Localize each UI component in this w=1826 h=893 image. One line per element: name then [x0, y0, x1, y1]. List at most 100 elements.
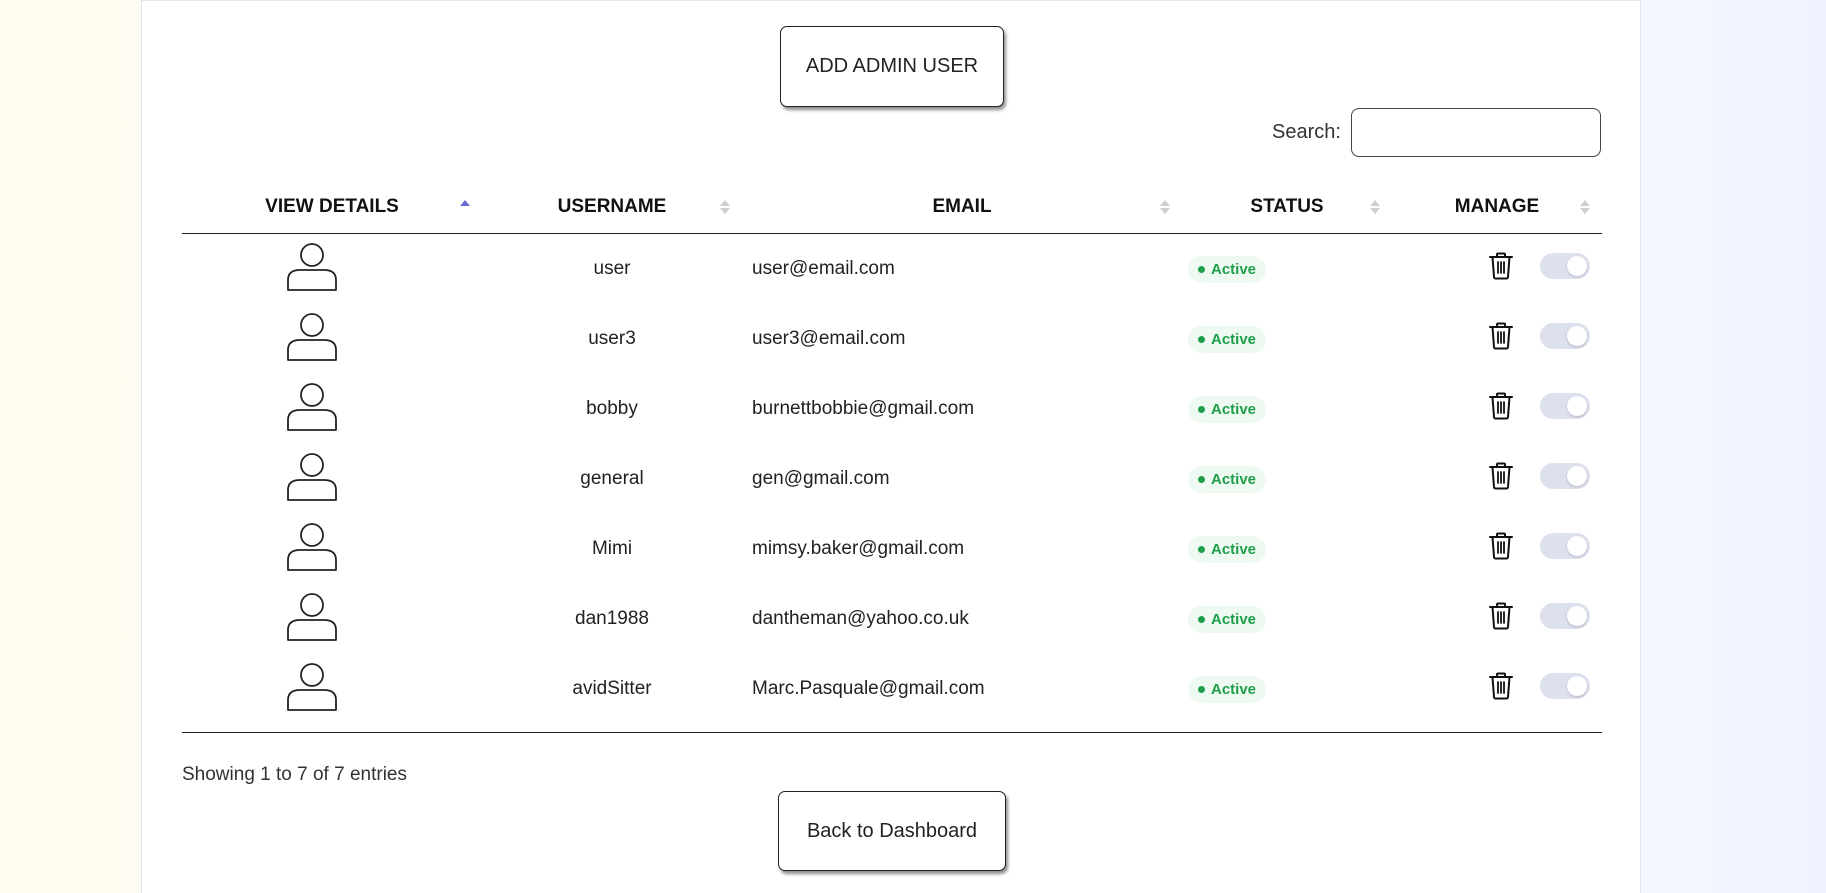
- status-text: Active: [1211, 680, 1257, 698]
- trash-icon[interactable]: [1488, 532, 1514, 560]
- trash-icon[interactable]: [1488, 462, 1514, 490]
- table-row: bobby burnettbobbie@gmail.com Active: [182, 374, 1602, 444]
- column-header-label: EMAIL: [932, 196, 992, 217]
- trash-icon[interactable]: [1488, 392, 1514, 420]
- view-details-cell: [182, 584, 482, 654]
- back-to-dashboard-button[interactable]: Back to Dashboard: [778, 791, 1006, 871]
- username-cell: user3: [588, 328, 636, 349]
- manage-cell: [1392, 654, 1602, 724]
- status-dot-icon: [1198, 615, 1205, 623]
- username-cell: user: [593, 258, 631, 279]
- status-text: Active: [1211, 330, 1257, 348]
- username-cell: general: [580, 468, 644, 489]
- add-admin-user-button[interactable]: ADD ADMIN USER: [780, 26, 1004, 107]
- manage-cell: [1392, 444, 1602, 514]
- toggle-switch[interactable]: [1540, 393, 1590, 419]
- trash-icon[interactable]: [1488, 672, 1514, 700]
- table-row: dan1988 dantheman@yahoo.co.uk Active: [182, 584, 1602, 654]
- view-details-cell: [182, 444, 482, 514]
- column-header-view-details[interactable]: VIEW DETAILS: [182, 181, 482, 234]
- status-dot-icon: [1198, 265, 1205, 273]
- status-dot-icon: [1198, 475, 1205, 483]
- status-badge: Active: [1188, 535, 1267, 563]
- status-cell: Active: [1182, 374, 1392, 444]
- column-header-status[interactable]: STATUS: [1182, 181, 1392, 234]
- status-cell: Active: [1182, 304, 1392, 374]
- toggle-switch[interactable]: [1540, 463, 1590, 489]
- column-header-email[interactable]: EMAIL: [742, 181, 1182, 234]
- view-details-cell: [182, 514, 482, 584]
- user-outline-icon[interactable]: [286, 660, 338, 712]
- trash-icon[interactable]: [1488, 252, 1514, 280]
- status-cell: Active: [1182, 584, 1392, 654]
- toggle-knob: [1567, 326, 1587, 346]
- content-panel: ADD ADMIN USER Search: VIEW DETAILS USER…: [141, 0, 1641, 893]
- search-label: Search:: [1272, 121, 1341, 143]
- toggle-knob: [1567, 466, 1587, 486]
- sort-icon: [1580, 200, 1590, 214]
- toggle-switch[interactable]: [1540, 603, 1590, 629]
- table-bottom-divider: [182, 732, 1602, 733]
- table-row: general gen@gmail.com Active: [182, 444, 1602, 514]
- status-text: Active: [1211, 610, 1257, 628]
- sort-icon: [1370, 200, 1380, 214]
- status-badge: Active: [1188, 465, 1267, 493]
- toggle-switch[interactable]: [1540, 253, 1590, 279]
- view-details-cell: [182, 374, 482, 444]
- user-outline-icon[interactable]: [286, 310, 338, 362]
- status-dot-icon: [1198, 685, 1205, 693]
- table-row: Mimi mimsy.baker@gmail.com Active: [182, 514, 1602, 584]
- table-row: user user@email.com Active: [182, 234, 1602, 305]
- manage-cell: [1392, 584, 1602, 654]
- trash-icon[interactable]: [1488, 602, 1514, 630]
- toggle-knob: [1567, 536, 1587, 556]
- toggle-switch[interactable]: [1540, 533, 1590, 559]
- toggle-knob: [1567, 256, 1587, 276]
- toggle-knob: [1567, 606, 1587, 626]
- column-header-label: STATUS: [1250, 196, 1324, 217]
- username-cell: Mimi: [591, 538, 633, 559]
- table-body: user user@email.com Active user3 user3@e…: [182, 234, 1602, 725]
- toggle-knob: [1567, 676, 1587, 696]
- email-cell: burnettbobbie@gmail.com: [752, 398, 975, 419]
- view-details-cell: [182, 654, 482, 724]
- trash-icon[interactable]: [1488, 322, 1514, 350]
- table-row: avidSitter Marc.Pasquale@gmail.com Activ…: [182, 654, 1602, 724]
- table-header-row: VIEW DETAILS USERNAME EMAIL STATUS MANAG…: [182, 181, 1602, 234]
- username-cell: bobby: [586, 398, 638, 419]
- user-outline-icon[interactable]: [286, 520, 338, 572]
- view-details-cell: [182, 234, 482, 305]
- sort-icon: [1160, 200, 1170, 214]
- column-header-label: MANAGE: [1454, 196, 1540, 217]
- toggle-switch[interactable]: [1540, 323, 1590, 349]
- status-cell: Active: [1182, 654, 1392, 724]
- user-outline-icon[interactable]: [286, 590, 338, 642]
- status-dot-icon: [1198, 545, 1205, 553]
- toggle-switch[interactable]: [1540, 673, 1590, 699]
- table-info: Showing 1 to 7 of 7 entries: [182, 764, 407, 785]
- status-badge: Active: [1188, 395, 1267, 423]
- email-cell: user@email.com: [752, 258, 895, 279]
- search-input[interactable]: [1350, 108, 1601, 157]
- status-badge: Active: [1188, 605, 1267, 633]
- status-text: Active: [1211, 400, 1257, 418]
- column-header-label: VIEW DETAILS: [265, 196, 399, 217]
- manage-cell: [1392, 374, 1602, 444]
- user-outline-icon[interactable]: [286, 380, 338, 432]
- email-cell: user3@email.com: [752, 328, 906, 349]
- view-details-cell: [182, 304, 482, 374]
- column-header-manage[interactable]: MANAGE: [1392, 181, 1602, 234]
- username-cell: dan1988: [575, 608, 649, 629]
- user-outline-icon[interactable]: [286, 450, 338, 502]
- username-cell: avidSitter: [572, 678, 652, 699]
- status-badge: Active: [1188, 255, 1267, 283]
- status-dot-icon: [1198, 335, 1205, 343]
- column-header-username[interactable]: USERNAME: [482, 181, 742, 234]
- manage-cell: [1392, 234, 1602, 305]
- manage-cell: [1392, 514, 1602, 584]
- manage-cell: [1392, 304, 1602, 374]
- user-outline-icon[interactable]: [286, 240, 338, 292]
- sort-icon: [720, 200, 730, 214]
- email-cell: mimsy.baker@gmail.com: [752, 538, 965, 559]
- search-bar: Search:: [1272, 108, 1601, 157]
